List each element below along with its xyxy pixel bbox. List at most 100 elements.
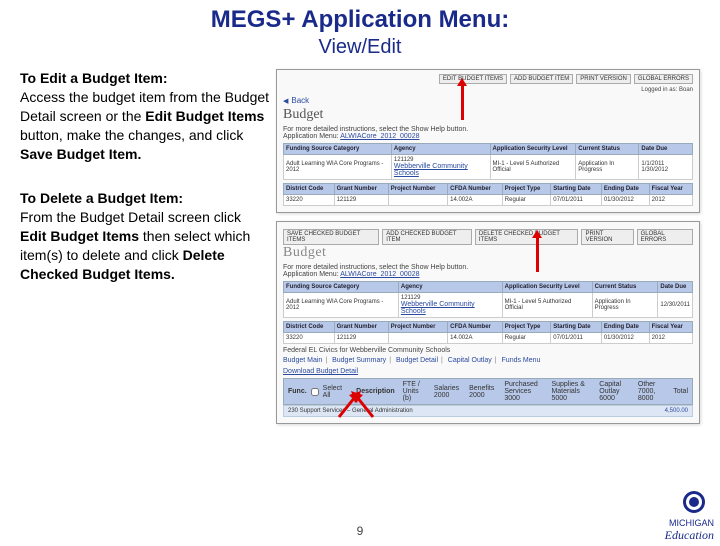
td-funding: Adult Learning WIA Core Programs - 2012 <box>284 155 392 180</box>
td-datedue: 1/1/2011 1/30/2012 <box>639 155 693 180</box>
delete-text-1: From the Budget Detail screen click <box>20 209 241 225</box>
th: Grant Number <box>334 184 388 195</box>
td: 2012 <box>649 195 692 206</box>
th: Agency <box>398 282 502 293</box>
th: District Code <box>284 184 335 195</box>
td: 121129 <box>334 195 388 206</box>
th: Project Type <box>502 184 550 195</box>
app-menu-link-2[interactable]: ALWIACore_2012_00028 <box>340 271 419 278</box>
edit-heading: To Edit a Budget Item: <box>20 70 168 86</box>
app-menu-link[interactable]: ALWIACore_2012_00028 <box>340 133 419 140</box>
th-datedue: Date Due <box>639 144 693 155</box>
value-amount[interactable]: 4,500.00 <box>665 408 688 414</box>
add-budget-item-button[interactable]: ADD BUDGET ITEM <box>510 74 573 84</box>
td <box>388 333 447 344</box>
add-checked-button[interactable]: ADD CHECKED BUDGET ITEM <box>382 229 472 245</box>
col: Other 7000, 8000 <box>638 381 663 402</box>
app-menu-line: Application Menu: ALWIACore_2012_00028 <box>283 133 693 140</box>
tab-line: Budget Main| Budget Summary| Budget Deta… <box>283 357 693 364</box>
td-seclevel: MI-1 - Level 5 Authorized Official <box>490 155 576 180</box>
th: Project Type <box>502 322 550 333</box>
arrow-annotation-icon <box>532 230 542 272</box>
edit-text-2: button, make the changes, and click <box>20 127 243 143</box>
th: Fiscal Year <box>649 322 692 333</box>
edit-bold-1: Edit Budget Items <box>145 108 264 124</box>
federal-line: Federal EL Civics for Webberville Commun… <box>283 347 693 354</box>
td: Application In Progress <box>592 293 658 318</box>
screenshot-budget-top: EDIT BUDGET ITEMS ADD BUDGET ITEM PRINT … <box>276 69 700 213</box>
budget-heading: Budget <box>283 107 693 123</box>
page-subtitle: View/Edit <box>0 36 720 59</box>
td: MI-1 - Level 5 Authorized Official <box>502 293 592 318</box>
select-all-checkbox[interactable] <box>311 388 319 396</box>
td: 121129 <box>334 333 388 344</box>
th-funding: Funding Source Category <box>284 144 392 155</box>
td: Regular <box>502 195 550 206</box>
funding-table: Funding Source Category Agency Applicati… <box>283 143 693 180</box>
th: CFDA Number <box>448 184 503 195</box>
col: Capital Outlay 6000 <box>599 381 628 402</box>
district-table: District Code Grant Number Project Numbe… <box>283 183 693 206</box>
save-checked-button[interactable]: SAVE CHECKED BUDGET ITEMS <box>283 229 379 245</box>
td: 33220 <box>284 333 335 344</box>
print-version-button-2[interactable]: PRINT VERSION <box>581 229 633 245</box>
th: Fiscal Year <box>649 184 692 195</box>
screenshots-column: EDIT BUDGET ITEMS ADD BUDGET ITEM PRINT … <box>276 69 700 424</box>
td: 07/01/2011 <box>551 333 602 344</box>
th: Ending Date <box>601 184 649 195</box>
th: Ending Date <box>601 322 649 333</box>
page-title: MEGS+ Application Menu: <box>0 6 720 34</box>
col: Benefits 2000 <box>469 385 494 399</box>
td: 12/30/2011 <box>658 293 693 318</box>
edit-budget-items-button[interactable]: EDIT BUDGET ITEMS <box>439 74 507 84</box>
td: 14.002A <box>448 333 503 344</box>
funding-table-2: Funding Source Category Agency Applicati… <box>283 281 693 318</box>
print-version-button[interactable]: PRINT VERSION <box>576 74 631 84</box>
screenshot-budget-detail: SAVE CHECKED BUDGET ITEMS ADD CHECKED BU… <box>276 221 700 424</box>
td-status: Application In Progress <box>576 155 639 180</box>
seal-icon <box>674 489 714 515</box>
instructions-column: To Edit a Budget Item: Access the budget… <box>20 69 270 424</box>
col: Salaries 2000 <box>434 385 459 399</box>
td: Regular <box>502 333 550 344</box>
td: 01/30/2012 <box>601 333 649 344</box>
th: District Code <box>284 322 335 333</box>
td: 07/01/2011 <box>551 195 602 206</box>
th-status: Current Status <box>576 144 639 155</box>
td: 2012 <box>649 333 692 344</box>
th-agency: Agency <box>391 144 490 155</box>
arrow-annotation-icon <box>457 78 467 120</box>
help-text-2: For more detailed instructions, select t… <box>283 264 693 271</box>
tab-budget-summary[interactable]: Budget Summary <box>332 357 386 364</box>
delete-bold-1: Edit Budget Items <box>20 228 139 244</box>
download-budget-detail-link[interactable]: Download Budget Detail <box>283 368 358 375</box>
global-errors-button-2[interactable]: GLOBAL ERRORS <box>637 229 693 245</box>
delete-instructions: To Delete a Budget Item: From the Budget… <box>20 189 270 283</box>
tab-budget-main[interactable]: Budget Main <box>283 357 322 364</box>
th-seclevel: Application Security Level <box>490 144 576 155</box>
td: 01/30/2012 <box>601 195 649 206</box>
michigan-education-logo: MICHIGAN Education <box>665 489 714 542</box>
col: Supplies & Materials 5000 <box>551 381 589 402</box>
col: FTE / Units (b) <box>403 381 424 402</box>
th: CFDA Number <box>448 322 503 333</box>
tab-funds-menu[interactable]: Funds Menu <box>502 357 541 364</box>
col: Total <box>673 388 688 395</box>
delete-checked-button[interactable]: DELETE CHECKED BUDGET ITEMS <box>475 229 579 245</box>
th: Grant Number <box>334 322 388 333</box>
logged-in-label: Logged in as: Boan <box>283 87 693 93</box>
edit-instructions: To Edit a Budget Item: Access the budget… <box>20 69 270 163</box>
budget-heading-2: Budget <box>283 245 693 261</box>
help-text: For more detailed instructions, select t… <box>283 126 693 133</box>
func-label: Func. <box>288 388 307 395</box>
th: Starting Date <box>551 322 602 333</box>
td-agency: 121129Webberville Community Schools <box>391 155 490 180</box>
tab-capital-outlay[interactable]: Capital Outlay <box>448 357 492 364</box>
edit-bold-2: Save Budget Item. <box>20 146 141 162</box>
td: 121129Webberville Community Schools <box>398 293 502 318</box>
td <box>388 195 447 206</box>
content-area: To Edit a Budget Item: Access the budget… <box>0 69 720 424</box>
back-link[interactable]: Back <box>283 96 693 105</box>
tab-budget-detail[interactable]: Budget Detail <box>396 357 438 364</box>
global-errors-button[interactable]: GLOBAL ERRORS <box>634 74 693 84</box>
